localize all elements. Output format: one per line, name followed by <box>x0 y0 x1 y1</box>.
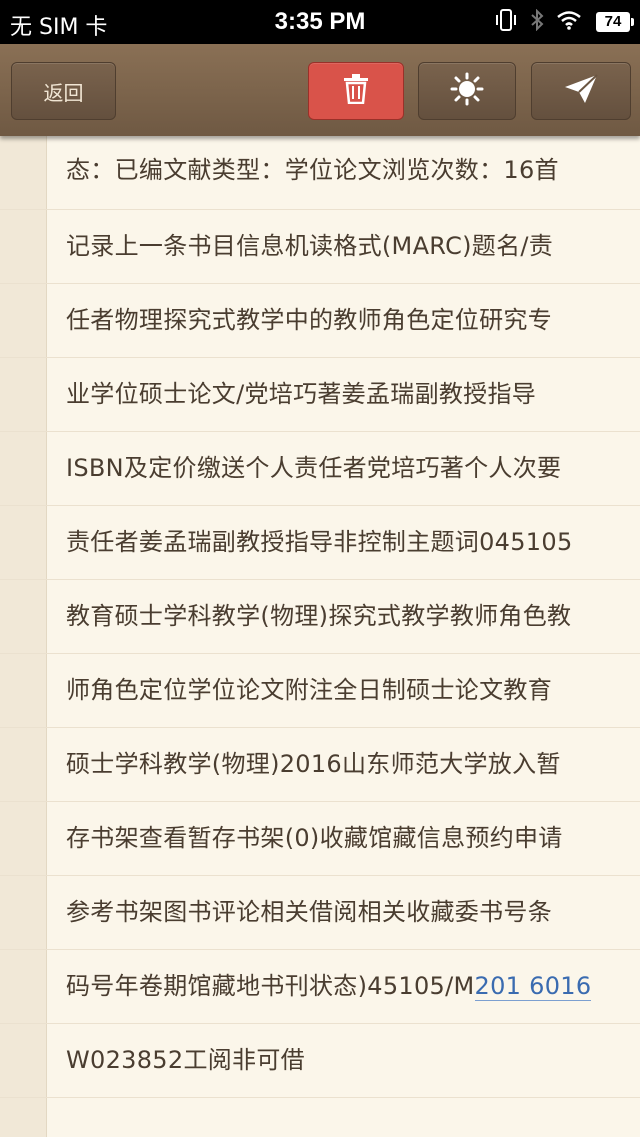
text-line: 责任者姜孟瑞副教授指导非控制主题词045105 <box>0 506 640 580</box>
line-text: 存书架查看暂存书架(0)收藏馆藏信息预约申请 <box>66 824 563 852</box>
line-text: W023852工阅非可借 <box>66 1046 305 1074</box>
line-text: 记录上一条书目信息机读格式(MARC)题名/责 <box>66 232 554 260</box>
toolbar: 返回 <box>0 44 640 136</box>
text-line: 教育硕士学科教学(物理)探究式教学教师角色教 <box>0 580 640 654</box>
text-line: 存书架查看暂存书架(0)收藏馆藏信息预约申请 <box>0 802 640 876</box>
text-line: W023852工阅非可借 <box>0 1024 640 1098</box>
line-text: 师角色定位学位论文附注全日制硕士论文教育 <box>66 676 552 704</box>
text-line: 态：已编文献类型：学位论文浏览次数：16首 <box>0 136 640 210</box>
status-bar: 无 SIM 卡 3:35 PM 74 <box>0 0 640 44</box>
text-line: ISBN及定价缴送个人责任者党培巧著个人次要 <box>0 432 640 506</box>
vibrate-icon <box>494 8 518 36</box>
bluetooth-icon <box>530 8 544 36</box>
back-button[interactable]: 返回 <box>11 62 116 120</box>
line-text: ISBN及定价缴送个人责任者党培巧著个人次要 <box>66 454 562 482</box>
sun-icon <box>450 72 484 110</box>
line-text: 硕士学科教学(物理)2016山东师范大学放入暂 <box>66 750 561 778</box>
line-text: 责任者姜孟瑞副教授指导非控制主题词045105 <box>66 528 573 556</box>
line-text: 教育硕士学科教学(物理)探究式教学教师角色教 <box>66 602 572 630</box>
text-line: 记录上一条书目信息机读格式(MARC)题名/责 <box>0 210 640 284</box>
line-text-prefix: 码号年卷期馆藏地书刊状态)45105/M <box>66 972 475 1000</box>
battery-indicator: 74 <box>596 12 634 32</box>
paper-plane-icon <box>563 73 599 109</box>
text-line: 师角色定位学位论文附注全日制硕士论文教育 <box>0 654 640 728</box>
wifi-icon <box>556 10 582 35</box>
document-page[interactable]: 态：已编文献类型：学位论文浏览次数：16首 记录上一条书目信息机读格式(MARC… <box>0 136 640 1137</box>
delete-button[interactable] <box>308 62 404 120</box>
text-line: 参考书架图书评论相关借阅相关收藏委书号条 <box>0 876 640 950</box>
text-lines: 态：已编文献类型：学位论文浏览次数：16首 记录上一条书目信息机读格式(MARC… <box>0 136 640 1098</box>
phone-link[interactable]: 201 6016 <box>474 972 592 1001</box>
brightness-button[interactable] <box>418 62 516 120</box>
line-text: 码号年卷期馆藏地书刊状态)45105/M201 6016 <box>66 966 592 1001</box>
line-text: 态：已编文献类型：学位论文浏览次数：16首 <box>66 156 559 184</box>
text-line: 业学位硕士论文/党培巧著姜孟瑞副教授指导 <box>0 358 640 432</box>
text-line: 硕士学科教学(物理)2016山东师范大学放入暂 <box>0 728 640 802</box>
text-line: 任者物理探究式教学中的教师角色定位研究专 <box>0 284 640 358</box>
line-text: 任者物理探究式教学中的教师角色定位研究专 <box>66 306 552 334</box>
line-text: 参考书架图书评论相关借阅相关收藏委书号条 <box>66 898 552 926</box>
line-text: 业学位硕士论文/党培巧著姜孟瑞副教授指导 <box>66 380 537 408</box>
send-button[interactable] <box>531 62 631 120</box>
trash-icon <box>343 74 369 108</box>
status-icons: 74 <box>482 8 634 36</box>
text-line: 码号年卷期馆藏地书刊状态)45105/M201 6016 <box>0 950 640 1024</box>
